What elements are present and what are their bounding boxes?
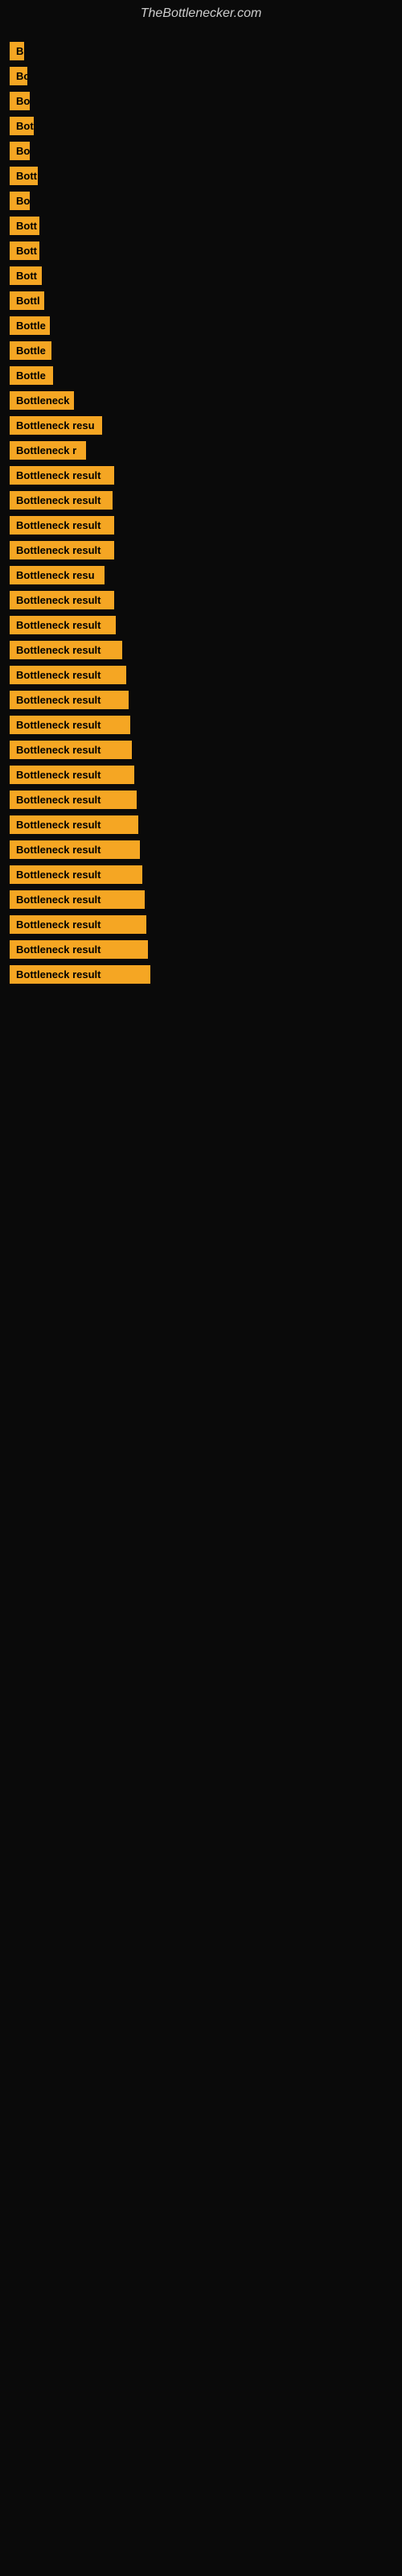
bottleneck-label: Bottleneck result: [10, 641, 122, 659]
list-item: Bottleneck result: [10, 466, 392, 485]
bottleneck-label: Bottleneck result: [10, 965, 150, 984]
list-item: Bot: [10, 117, 392, 135]
bottleneck-label: Bottleneck result: [10, 716, 130, 734]
bottleneck-label: Bottleneck result: [10, 865, 142, 884]
bottleneck-label: Bott: [10, 167, 38, 185]
bottleneck-label: Bottle: [10, 341, 51, 360]
bottleneck-label: Bot: [10, 117, 34, 135]
bottleneck-label: Bott: [10, 266, 42, 285]
bottleneck-label: Bottleneck result: [10, 791, 137, 809]
list-item: Bottleneck r: [10, 441, 392, 460]
bottleneck-label: Bottleneck r: [10, 441, 86, 460]
list-item: Bo: [10, 67, 392, 85]
list-item: Bottleneck result: [10, 491, 392, 510]
list-item: Bott: [10, 266, 392, 285]
list-item: Bottleneck result: [10, 641, 392, 659]
list-item: Bottleneck result: [10, 541, 392, 559]
list-item: Bo: [10, 92, 392, 110]
bottleneck-label: Bottleneck result: [10, 541, 114, 559]
list-item: Bottleneck resu: [10, 566, 392, 584]
list-item: Bottl: [10, 291, 392, 310]
bottleneck-label: B: [10, 42, 24, 60]
bottleneck-label: Bottleneck result: [10, 616, 116, 634]
list-item: Bottleneck: [10, 391, 392, 410]
list-item: Bottleneck result: [10, 940, 392, 959]
bottleneck-label: Bottleneck result: [10, 940, 148, 959]
bottleneck-label: Bottleneck result: [10, 516, 114, 535]
bottleneck-label: Bottleneck result: [10, 466, 114, 485]
bottleneck-label: Bottleneck result: [10, 840, 140, 859]
bottleneck-label: Bott: [10, 242, 39, 260]
bottleneck-label: Bo: [10, 92, 30, 110]
bottleneck-label: Bottleneck result: [10, 491, 113, 510]
bottleneck-label: Bottleneck result: [10, 591, 114, 609]
bottleneck-label: Bottle: [10, 316, 50, 335]
list-item: Bottleneck result: [10, 890, 392, 909]
list-item: Bott: [10, 167, 392, 185]
list-item: Bo: [10, 192, 392, 210]
bottleneck-label: Bottleneck resu: [10, 416, 102, 435]
bottleneck-label: Bottleneck: [10, 391, 74, 410]
list-item: Bottleneck result: [10, 915, 392, 934]
bottleneck-label: Bott: [10, 217, 39, 235]
bottleneck-label: Bottleneck result: [10, 815, 138, 834]
bottleneck-label: Bottleneck result: [10, 766, 134, 784]
list-item: Bottleneck result: [10, 691, 392, 709]
list-item: Bottleneck result: [10, 965, 392, 984]
list-item: Bott: [10, 242, 392, 260]
bottleneck-label: Bottle: [10, 366, 53, 385]
list-item: Bottleneck result: [10, 840, 392, 859]
list-item: Bottleneck result: [10, 865, 392, 884]
list-item: Bottleneck resu: [10, 416, 392, 435]
bottleneck-label: Bottleneck result: [10, 691, 129, 709]
list-item: Bottleneck result: [10, 616, 392, 634]
list-item: Bott: [10, 217, 392, 235]
list-item: Bottleneck result: [10, 815, 392, 834]
bottleneck-label: Bottleneck result: [10, 890, 145, 909]
bottleneck-label: Bottleneck result: [10, 915, 146, 934]
list-item: Bottle: [10, 366, 392, 385]
bottleneck-label: Bottleneck result: [10, 666, 126, 684]
list-item: Bottle: [10, 341, 392, 360]
bottleneck-label: Bo: [10, 192, 30, 210]
list-item: Bottleneck result: [10, 516, 392, 535]
site-title: TheBottlenecker.com: [0, 0, 402, 27]
list-item: Bottleneck result: [10, 766, 392, 784]
list-item: Bottle: [10, 316, 392, 335]
list-item: Bottleneck result: [10, 716, 392, 734]
bottleneck-label: Bo: [10, 142, 30, 160]
list-item: B: [10, 42, 392, 60]
list-item: Bottleneck result: [10, 666, 392, 684]
bottleneck-label: Bo: [10, 67, 27, 85]
bottleneck-label: Bottl: [10, 291, 44, 310]
list-item: Bottleneck result: [10, 791, 392, 809]
bottleneck-label: Bottleneck resu: [10, 566, 105, 584]
list-item: Bo: [10, 142, 392, 160]
items-container: B Bo Bo Bot Bo Bott Bo Bott Bott Bott Bottl Bottle B…: [0, 27, 402, 998]
bottleneck-label: Bottleneck result: [10, 741, 132, 759]
list-item: Bottleneck result: [10, 741, 392, 759]
list-item: Bottleneck result: [10, 591, 392, 609]
